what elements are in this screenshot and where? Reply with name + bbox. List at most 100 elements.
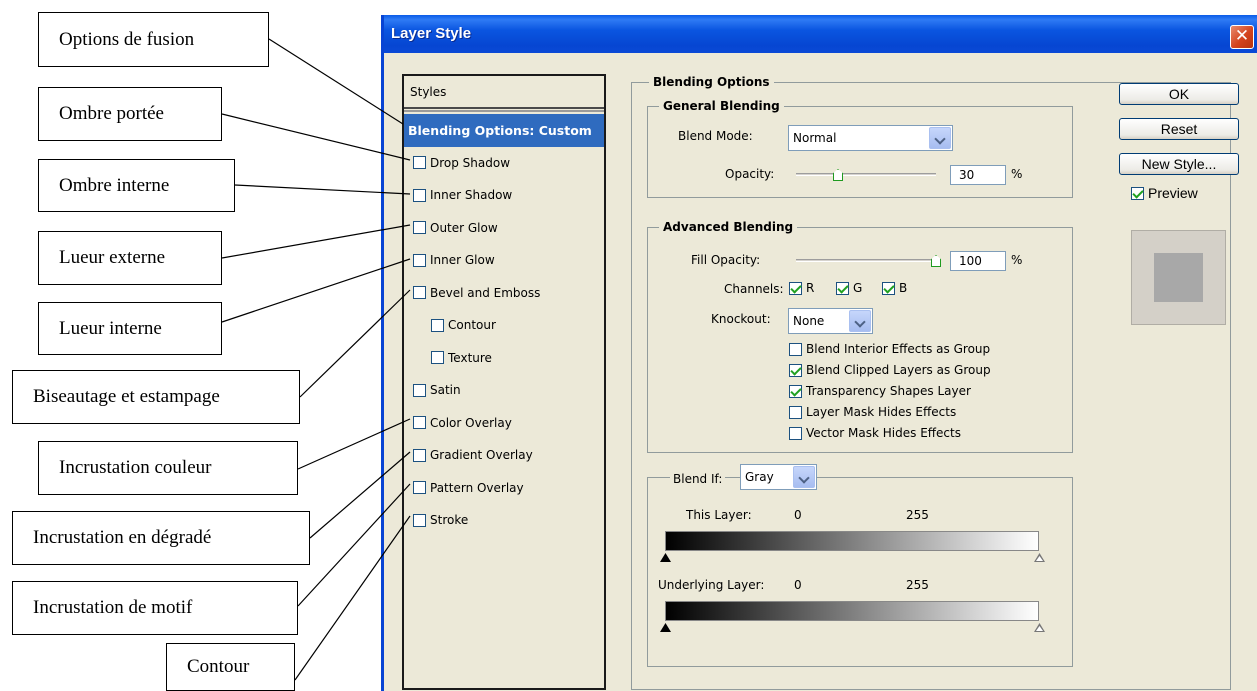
style-item-outer-glow[interactable]: Outer Glow bbox=[404, 212, 604, 245]
annotation-label: Incrustation de motif bbox=[33, 597, 193, 618]
checkbox-icon[interactable] bbox=[413, 481, 426, 495]
opacity-slider[interactable] bbox=[796, 173, 936, 176]
style-item-gradient-overlay[interactable]: Gradient Overlay bbox=[404, 439, 604, 472]
checkbox-icon[interactable] bbox=[789, 342, 802, 356]
option-blend-clipped[interactable]: Blend Clipped Layers as Group bbox=[789, 363, 991, 377]
this-layer-white-slider-icon[interactable] bbox=[1034, 553, 1045, 562]
chevron-down-icon[interactable] bbox=[793, 466, 815, 488]
option-label: Blend Clipped Layers as Group bbox=[806, 363, 991, 377]
ok-button[interactable]: OK bbox=[1119, 83, 1239, 105]
option-label: Layer Mask Hides Effects bbox=[806, 405, 957, 419]
option-label: Vector Mask Hides Effects bbox=[806, 426, 961, 440]
channel-g[interactable]: G bbox=[836, 281, 862, 295]
style-item-texture[interactable]: Texture bbox=[404, 342, 604, 375]
chevron-down-icon[interactable] bbox=[929, 127, 951, 149]
annotation-label: Lueur externe bbox=[59, 247, 166, 268]
knockout-select[interactable]: None bbox=[788, 308, 873, 334]
style-item-label: Inner Shadow bbox=[430, 188, 513, 203]
checkbox-icon[interactable] bbox=[413, 156, 426, 170]
style-item-inner-glow[interactable]: Inner Glow bbox=[404, 244, 604, 277]
preview-swatch-inner bbox=[1154, 253, 1203, 302]
annotation-box-7: Incrustation couleur bbox=[38, 441, 298, 495]
underlying-white-slider-icon[interactable] bbox=[1034, 623, 1045, 632]
checkbox-icon[interactable] bbox=[413, 221, 426, 235]
dialog-title: Layer Style bbox=[391, 25, 472, 42]
blend-if-select[interactable]: Gray bbox=[740, 464, 817, 490]
style-item-bevel-emboss[interactable]: Bevel and Emboss bbox=[404, 277, 604, 310]
annotation-label: Ombre interne bbox=[59, 174, 170, 196]
annotation-box-4: Lueur externe bbox=[38, 231, 222, 285]
title-bar[interactable]: Layer Style ✕ bbox=[384, 15, 1257, 53]
style-item-pattern-overlay[interactable]: Pattern Overlay bbox=[404, 472, 604, 505]
style-item-inner-shadow[interactable]: Inner Shadow bbox=[404, 179, 604, 212]
option-transparency-shapes[interactable]: Transparency Shapes Layer bbox=[789, 384, 971, 398]
style-item-blending-options[interactable]: Blending Options: Custom bbox=[404, 114, 604, 147]
blend-if-value: Gray bbox=[745, 470, 774, 484]
reset-button[interactable]: Reset bbox=[1119, 118, 1239, 140]
checkbox-icon[interactable] bbox=[413, 253, 426, 267]
checkbox-icon[interactable] bbox=[789, 405, 802, 419]
checkbox-icon[interactable] bbox=[882, 281, 895, 295]
fill-opacity-input[interactable]: 100 bbox=[950, 251, 1006, 271]
annotation-box-2: Ombre portée bbox=[38, 87, 222, 141]
checkbox-icon[interactable] bbox=[836, 281, 849, 295]
preview-label: Preview bbox=[1148, 185, 1198, 201]
underlying-black-slider-icon[interactable] bbox=[660, 623, 671, 632]
style-item-satin[interactable]: Satin bbox=[404, 374, 604, 407]
checkbox-icon[interactable] bbox=[1131, 186, 1144, 200]
option-label: Transparency Shapes Layer bbox=[806, 384, 971, 398]
chevron-down-icon[interactable] bbox=[849, 310, 871, 332]
checkbox-icon[interactable] bbox=[413, 448, 426, 462]
style-item-drop-shadow[interactable]: Drop Shadow bbox=[404, 147, 604, 180]
styles-list: Styles Blending Options: Custom Drop Sha… bbox=[402, 74, 606, 690]
checkbox-icon[interactable] bbox=[431, 351, 444, 365]
checkbox-icon[interactable] bbox=[789, 363, 802, 377]
underlying-layer-gradient[interactable] bbox=[665, 601, 1039, 621]
option-layer-mask[interactable]: Layer Mask Hides Effects bbox=[789, 405, 956, 419]
style-item-label: Gradient Overlay bbox=[430, 448, 533, 463]
this-layer-gradient[interactable] bbox=[665, 531, 1039, 551]
channel-b[interactable]: B bbox=[882, 281, 907, 295]
channel-r[interactable]: R bbox=[789, 281, 814, 295]
checkbox-icon[interactable] bbox=[413, 286, 426, 300]
checkbox-icon[interactable] bbox=[413, 188, 426, 202]
this-layer-black-slider-icon[interactable] bbox=[660, 553, 671, 562]
annotation-label: Lueur interne bbox=[59, 317, 162, 339]
style-item-label: Inner Glow bbox=[430, 253, 495, 268]
checkbox-icon[interactable] bbox=[413, 513, 426, 527]
style-item-color-overlay[interactable]: Color Overlay bbox=[404, 407, 604, 440]
checkbox-icon[interactable] bbox=[789, 281, 802, 295]
fill-opacity-slider[interactable] bbox=[796, 259, 936, 262]
layer-style-dialog: Layer Style ✕ Styles Blending Options: C… bbox=[381, 15, 1257, 691]
checkbox-icon[interactable] bbox=[789, 384, 802, 398]
checkbox-icon[interactable] bbox=[413, 416, 426, 430]
annotation-box-9: Incrustation de motif bbox=[12, 581, 298, 635]
option-blend-interior[interactable]: Blend Interior Effects as Group bbox=[789, 342, 990, 356]
blending-options-title: Blending Options bbox=[649, 75, 774, 89]
channel-label: G bbox=[853, 281, 863, 295]
option-vector-mask[interactable]: Vector Mask Hides Effects bbox=[789, 426, 961, 440]
this-layer-max: 255 bbox=[906, 508, 929, 522]
dialog-body: Styles Blending Options: Custom Drop Sha… bbox=[384, 53, 1257, 691]
new-style-button[interactable]: New Style... bbox=[1119, 153, 1239, 175]
checkbox-icon[interactable] bbox=[413, 383, 426, 397]
annotation-box-3: Ombre interne bbox=[38, 159, 235, 212]
style-item-contour[interactable]: Contour bbox=[404, 309, 604, 342]
opacity-label: Opacity: bbox=[725, 167, 775, 181]
opacity-slider-thumb[interactable] bbox=[833, 169, 843, 181]
checkbox-icon[interactable] bbox=[789, 426, 802, 440]
style-item-stroke[interactable]: Stroke bbox=[404, 504, 604, 537]
fill-opacity-slider-thumb[interactable] bbox=[931, 255, 941, 267]
advanced-blending-title: Advanced Blending bbox=[659, 220, 798, 234]
this-layer-label: This Layer: bbox=[686, 508, 752, 522]
style-item-label: Stroke bbox=[430, 513, 469, 528]
opacity-input[interactable]: 30 bbox=[950, 165, 1006, 185]
preview-checkbox[interactable]: Preview bbox=[1131, 185, 1198, 201]
close-icon[interactable]: ✕ bbox=[1230, 25, 1254, 49]
style-item-label: Pattern Overlay bbox=[430, 480, 524, 495]
blend-mode-select[interactable]: Normal bbox=[788, 125, 953, 151]
styles-header: Styles bbox=[404, 76, 604, 112]
style-item-label: Drop Shadow bbox=[430, 155, 511, 170]
checkbox-icon[interactable] bbox=[431, 318, 444, 332]
knockout-label: Knockout: bbox=[711, 312, 771, 326]
